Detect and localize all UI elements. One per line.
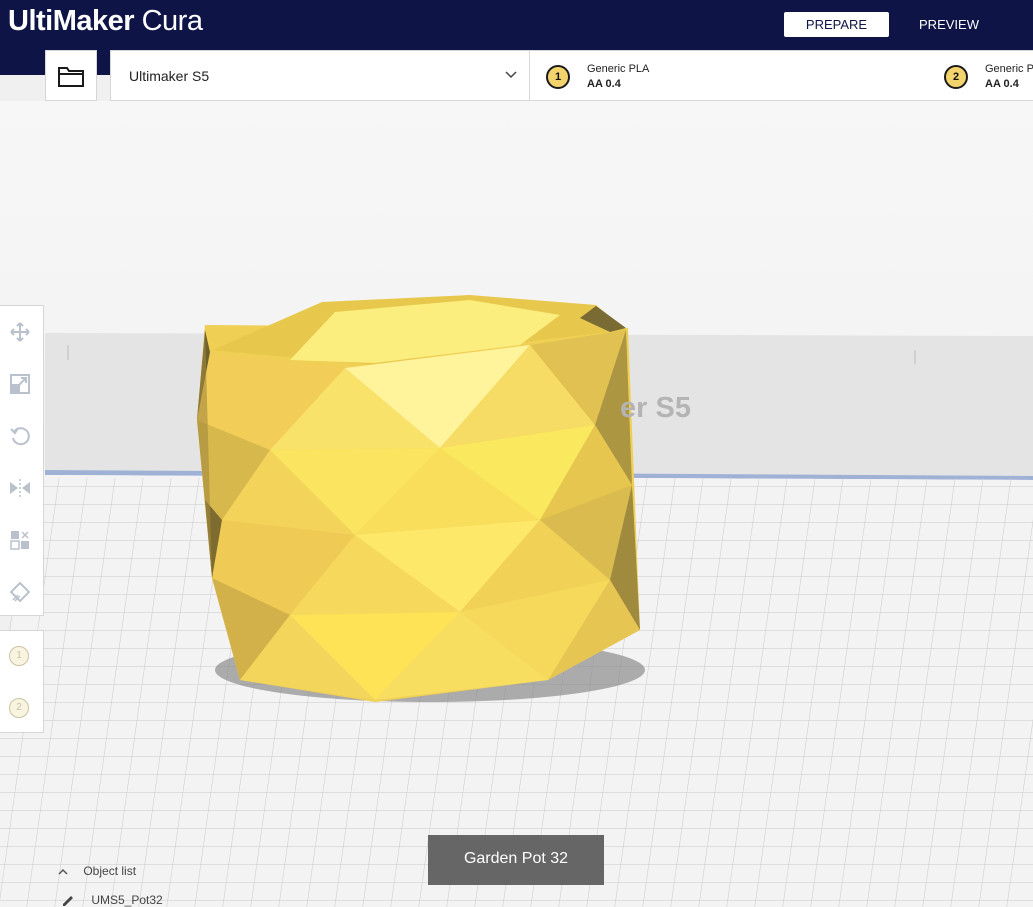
transform-toolbar (0, 305, 44, 616)
object-list-header: Object list (83, 864, 137, 878)
3d-viewport[interactable]: er S5 (0, 101, 1033, 907)
garden-pot-model (197, 295, 640, 702)
pencil-icon (63, 895, 73, 906)
chevron-up-icon (58, 869, 68, 875)
extruder-2-material: Generic P (985, 63, 1033, 75)
selected-object-label: Garden Pot 32 (428, 835, 604, 885)
extruder-1-core: AA 0.4 (587, 78, 621, 90)
object-list-item-label: UMS5_Pot32 (91, 893, 163, 907)
chevron-down-icon (505, 71, 517, 79)
material-selector[interactable]: 1 Generic PLA AA 0.4 2 Generic P AA 0.4 (529, 50, 1033, 101)
open-file-button[interactable] (45, 50, 97, 101)
object-list-toggle[interactable]: Object list (58, 864, 136, 878)
extruder-1-button[interactable]: 1 (9, 646, 29, 666)
build-plate-printer-label: er S5 (620, 392, 691, 424)
brand-product: Cura (141, 5, 203, 37)
support-blocker-tool[interactable] (6, 578, 34, 606)
scale-tool[interactable] (6, 370, 34, 398)
mirror-icon (10, 479, 30, 497)
extruder-2-badge: 2 (944, 65, 968, 89)
move-icon (10, 322, 30, 342)
scale-icon (10, 374, 30, 394)
per-model-settings-icon (10, 531, 29, 550)
extruder-toolbar: 1 2 (0, 630, 44, 733)
rotate-tool[interactable] (6, 422, 34, 450)
support-blocker-icon (10, 582, 30, 602)
extruder-2-button[interactable]: 2 (9, 698, 29, 718)
printer-name: Ultimaker S5 (129, 68, 210, 84)
rotate-icon (10, 427, 30, 446)
extruder-1-material: Generic PLA (587, 63, 650, 75)
brand-name: UltiMaker (8, 5, 135, 37)
move-tool[interactable] (6, 318, 34, 346)
per-model-settings-tool[interactable] (6, 526, 34, 554)
app-logo: UltiMaker Cura (8, 5, 203, 38)
extruder-1-badge: 1 (546, 65, 570, 89)
printer-selector[interactable]: Ultimaker S5 (110, 50, 530, 101)
scene-render: er S5 (0, 101, 1033, 907)
object-list-item[interactable]: UMS5_Pot32 (62, 893, 163, 907)
mirror-tool[interactable] (6, 474, 34, 502)
prepare-tab[interactable]: PREPARE (784, 12, 889, 37)
folder-icon (58, 66, 84, 87)
preview-tab[interactable]: PREVIEW (905, 12, 993, 37)
extruder-2-core: AA 0.4 (985, 78, 1019, 90)
